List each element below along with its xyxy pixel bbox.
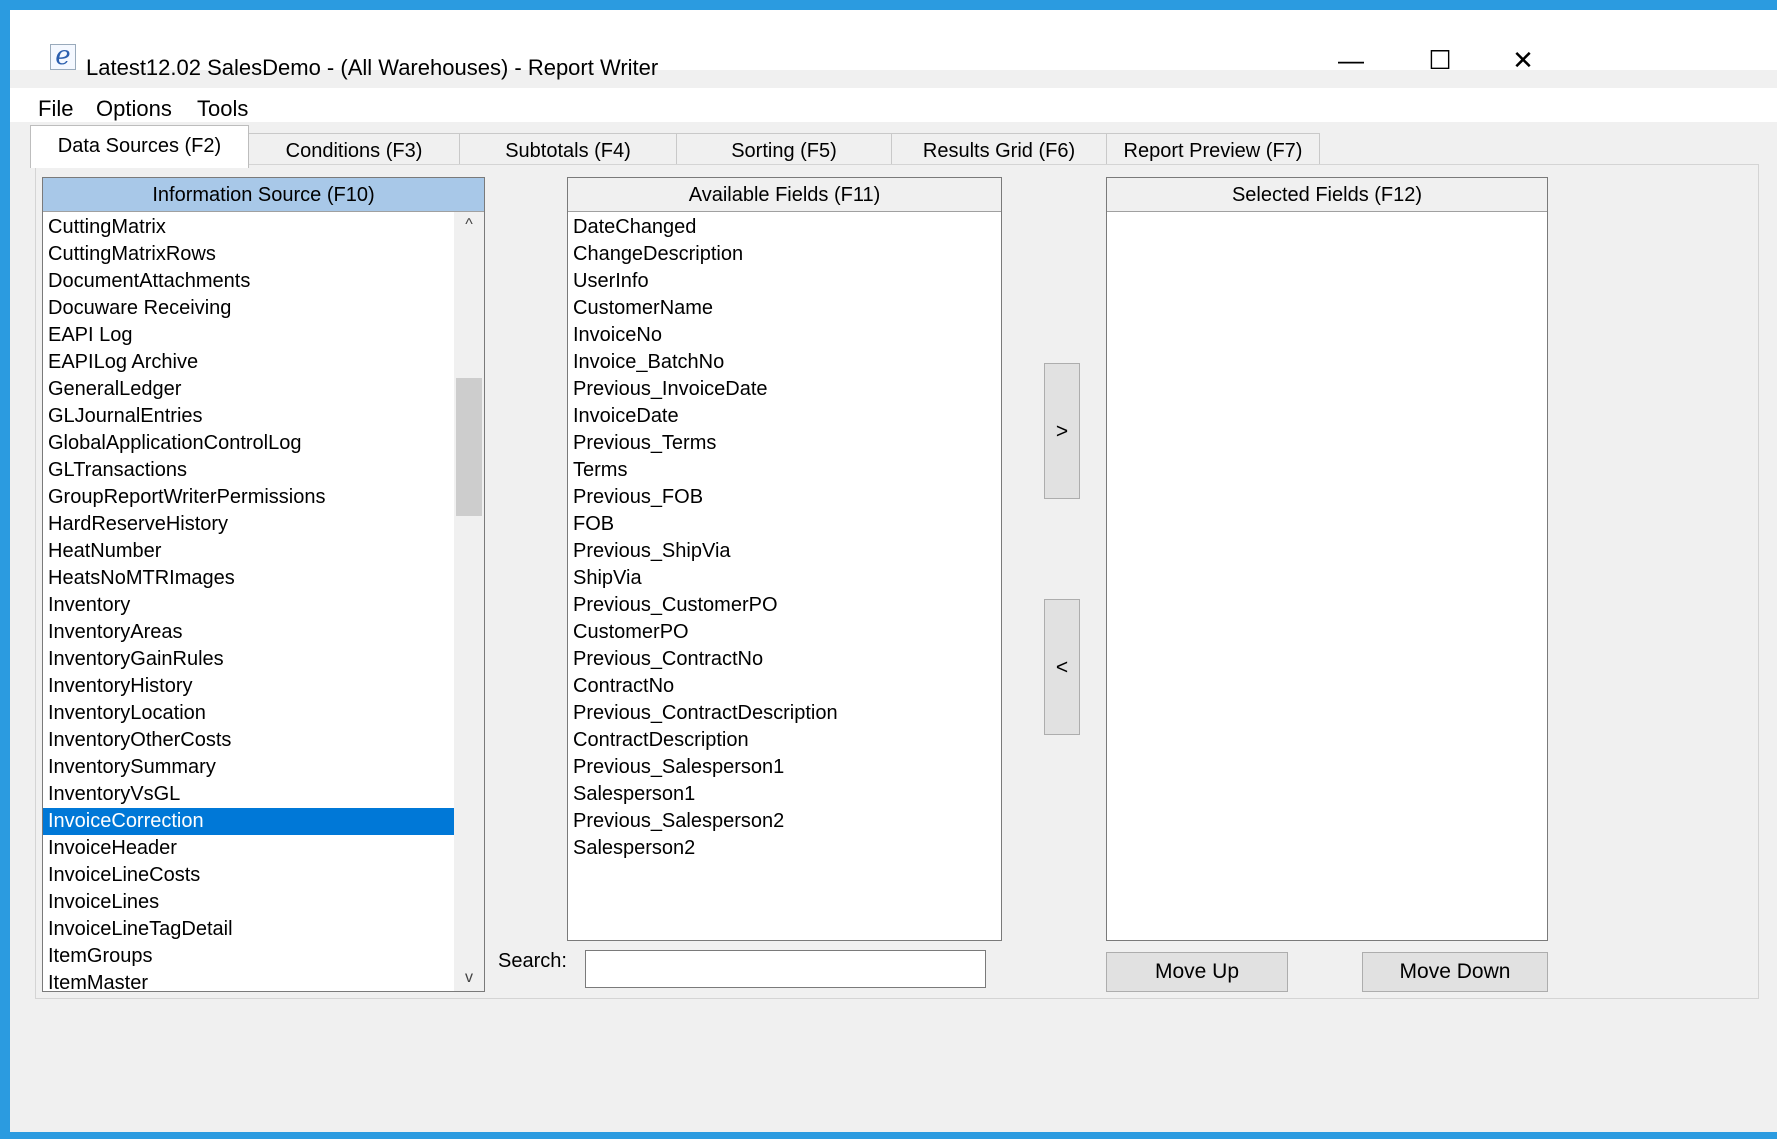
list-item[interactable]: Salesperson1 (568, 781, 1001, 808)
list-item[interactable]: UserInfo (568, 268, 1001, 295)
list-item[interactable]: Previous_ContractNo (568, 646, 1001, 673)
tab-results-grid[interactable]: Results Grid (F6) (891, 133, 1107, 167)
list-item[interactable]: InventoryHistory (43, 673, 454, 700)
list-item[interactable]: CuttingMatrixRows (43, 241, 454, 268)
list-item[interactable]: Previous_Salesperson1 (568, 754, 1001, 781)
list-item[interactable]: InventorySummary (43, 754, 454, 781)
list-item[interactable]: CustomerPO (568, 619, 1001, 646)
information-source-list[interactable]: Information Source (F10) CuttingMatrix Cu… (42, 177, 485, 992)
list-item[interactable]: Invoice_BatchNo (568, 349, 1001, 376)
list-item[interactable]: FOB (568, 511, 1001, 538)
list-item[interactable]: InvoiceLines (43, 889, 454, 916)
list-item[interactable]: GlobalApplicationControlLog (43, 430, 454, 457)
tab-subtotals[interactable]: Subtotals (F4) (459, 133, 677, 167)
remove-field-button[interactable]: < (1044, 599, 1080, 735)
list-item[interactable]: Previous_ContractDescription (568, 700, 1001, 727)
list-item[interactable]: Terms (568, 457, 1001, 484)
tab-report-preview[interactable]: Report Preview (F7) (1106, 133, 1320, 167)
move-up-button[interactable]: Move Up (1106, 952, 1288, 992)
app-logo-icon: e (50, 43, 76, 70)
list-item[interactable]: InvoiceNo (568, 322, 1001, 349)
list-item[interactable]: InventoryOtherCosts (43, 727, 454, 754)
information-source-header: Information Source (F10) (43, 178, 484, 212)
close-button[interactable]: ✕ (1493, 40, 1553, 80)
list-item[interactable]: Previous_ShipVia (568, 538, 1001, 565)
list-item[interactable]: ChangeDescription (568, 241, 1001, 268)
search-label: Search: (498, 950, 567, 972)
information-source-scrollbar[interactable]: ^ v (454, 212, 484, 991)
list-item[interactable]: CustomerName (568, 295, 1001, 322)
list-item[interactable]: InvoiceHeader (43, 835, 454, 862)
menu-options[interactable]: Options (96, 96, 172, 122)
list-item[interactable]: GeneralLedger (43, 376, 454, 403)
menu-tools[interactable]: Tools (197, 96, 248, 122)
data-sources-page: Information Source (F10) CuttingMatrix Cu… (35, 164, 1759, 999)
list-item[interactable]: CuttingMatrix (43, 214, 454, 241)
list-item[interactable]: Previous_FOB (568, 484, 1001, 511)
list-item[interactable]: HeatNumber (43, 538, 454, 565)
list-item[interactable]: GLTransactions (43, 457, 454, 484)
maximize-button[interactable]: ☐ (1410, 40, 1470, 80)
available-fields-header: Available Fields (F11) (568, 178, 1001, 212)
list-item[interactable]: Previous_InvoiceDate (568, 376, 1001, 403)
tab-strip: Data Sources (F2) Conditions (F3) Subtot… (10, 123, 1777, 168)
list-item[interactable]: ContractDescription (568, 727, 1001, 754)
list-item[interactable]: InventoryVsGL (43, 781, 454, 808)
add-field-button[interactable]: > (1044, 363, 1080, 499)
list-item[interactable]: ItemMaster (43, 970, 454, 991)
selected-fields-list[interactable]: Selected Fields (F12) (1106, 177, 1548, 941)
move-down-button[interactable]: Move Down (1362, 952, 1548, 992)
report-writer-window: e Latest12.02 SalesDemo - (All Warehouse… (10, 10, 1777, 1135)
tab-sorting[interactable]: Sorting (F5) (676, 133, 892, 167)
list-item[interactable]: DateChanged (568, 214, 1001, 241)
selected-fields-header: Selected Fields (F12) (1107, 178, 1547, 212)
menu-file[interactable]: File (38, 96, 73, 122)
minimize-button[interactable]: — (1321, 40, 1381, 80)
list-item[interactable]: ContractNo (568, 673, 1001, 700)
list-item[interactable]: Previous_Terms (568, 430, 1001, 457)
scroll-down-icon[interactable]: v (454, 965, 484, 991)
tab-conditions[interactable]: Conditions (F3) (248, 133, 460, 167)
scrollbar-thumb[interactable] (456, 378, 482, 516)
list-item[interactable]: Docuware Receiving (43, 295, 454, 322)
information-source-rows: CuttingMatrix CuttingMatrixRows DocumentAt… (43, 214, 454, 991)
list-item[interactable]: InvoiceCorrection (43, 808, 454, 835)
available-fields-list[interactable]: Available Fields (F11) DateChanged Change… (567, 177, 1002, 941)
list-item[interactable]: InvoiceLineTagDetail (43, 916, 454, 943)
list-item[interactable]: InventoryGainRules (43, 646, 454, 673)
available-fields-rows: DateChanged ChangeDescription UserInfo Cust… (568, 214, 1001, 862)
list-item[interactable]: EAPI Log (43, 322, 454, 349)
list-item[interactable]: InventoryLocation (43, 700, 454, 727)
search-input[interactable] (585, 950, 986, 988)
window-title: Latest12.02 SalesDemo - (All Warehouses)… (86, 55, 659, 80)
menu-bar: File Options Tools (10, 88, 1777, 122)
list-item[interactable]: InvoiceLineCosts (43, 862, 454, 889)
list-item[interactable]: Previous_Salesperson2 (568, 808, 1001, 835)
list-item[interactable]: InvoiceDate (568, 403, 1001, 430)
list-item[interactable]: ItemGroups (43, 943, 454, 970)
list-item[interactable]: GroupReportWriterPermissions (43, 484, 454, 511)
list-item[interactable]: GLJournalEntries (43, 403, 454, 430)
list-item[interactable]: Previous_CustomerPO (568, 592, 1001, 619)
tab-data-sources[interactable]: Data Sources (F2) (30, 125, 249, 168)
title-bar: e Latest12.02 SalesDemo - (All Warehouse… (10, 10, 1777, 80)
list-item[interactable]: HeatsNoMTRImages (43, 565, 454, 592)
list-item[interactable]: EAPILog Archive (43, 349, 454, 376)
list-item[interactable]: ShipVia (568, 565, 1001, 592)
list-item[interactable]: InventoryAreas (43, 619, 454, 646)
list-item[interactable]: HardReserveHistory (43, 511, 454, 538)
scroll-up-icon[interactable]: ^ (454, 212, 484, 238)
list-item[interactable]: Inventory (43, 592, 454, 619)
list-item[interactable]: DocumentAttachments (43, 268, 454, 295)
list-item[interactable]: Salesperson2 (568, 835, 1001, 862)
